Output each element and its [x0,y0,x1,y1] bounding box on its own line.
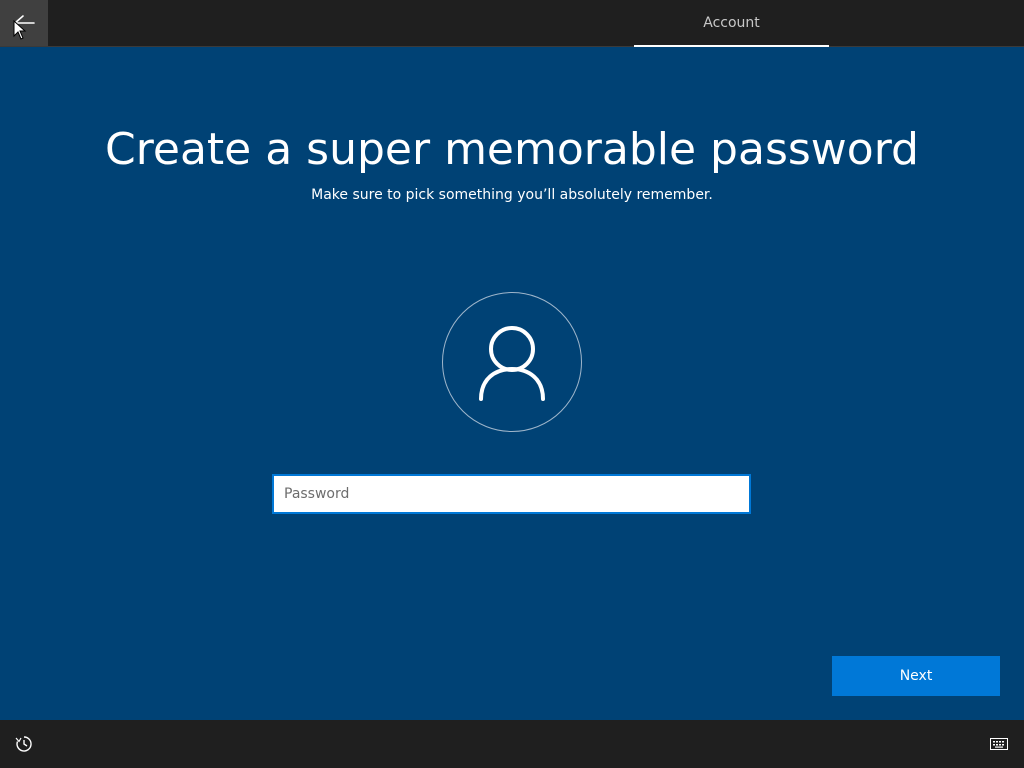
on-screen-keyboard-button[interactable] [988,735,1010,753]
ease-of-access-icon [15,736,32,752]
password-field-container [272,474,751,514]
page-title: Create a super memorable password [105,124,919,175]
tab-account-label: Account [703,15,760,31]
avatar [442,292,582,432]
tab-active-indicator [634,45,829,47]
bottom-bar [0,720,1024,768]
keyboard-icon [990,738,1008,750]
ease-of-access-button[interactable] [14,734,34,754]
back-button[interactable] [0,0,48,46]
next-button[interactable]: Next [832,656,1000,696]
password-input[interactable] [274,476,749,512]
top-bar: Account [0,0,1024,47]
page-subtitle: Make sure to pick something you’ll absol… [311,187,713,203]
user-icon [479,326,545,401]
tab-account[interactable]: Account [634,0,829,47]
mouse-cursor-icon [13,20,27,40]
